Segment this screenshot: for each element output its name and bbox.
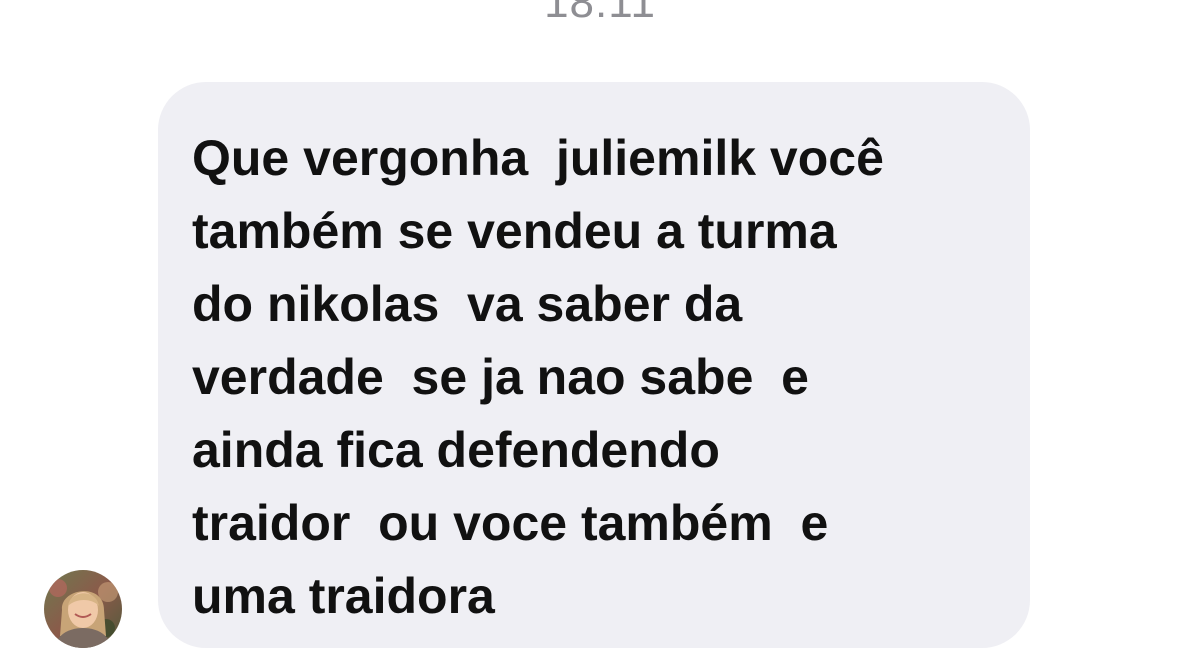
sender-avatar[interactable] xyxy=(44,570,122,648)
message-line: traidor ou voce também e xyxy=(192,495,829,551)
message-line: ainda fica defendendo xyxy=(192,422,720,478)
chat-screen: 18:11 Que vergonha juliemilk você também… xyxy=(0,0,1200,659)
message-line: do nikolas va saber da xyxy=(192,276,743,332)
message-timestamp: 18:11 xyxy=(544,0,656,27)
incoming-message-bubble[interactable]: Que vergonha juliemilk você também se ve… xyxy=(158,82,1030,648)
message-line: verdade se ja nao sabe e xyxy=(192,349,809,405)
message-line: uma traidora xyxy=(192,568,495,624)
message-line: também se vendeu a turma xyxy=(192,203,837,259)
message-line: Que vergonha juliemilk você xyxy=(192,130,884,186)
avatar-photo-icon xyxy=(44,570,122,648)
